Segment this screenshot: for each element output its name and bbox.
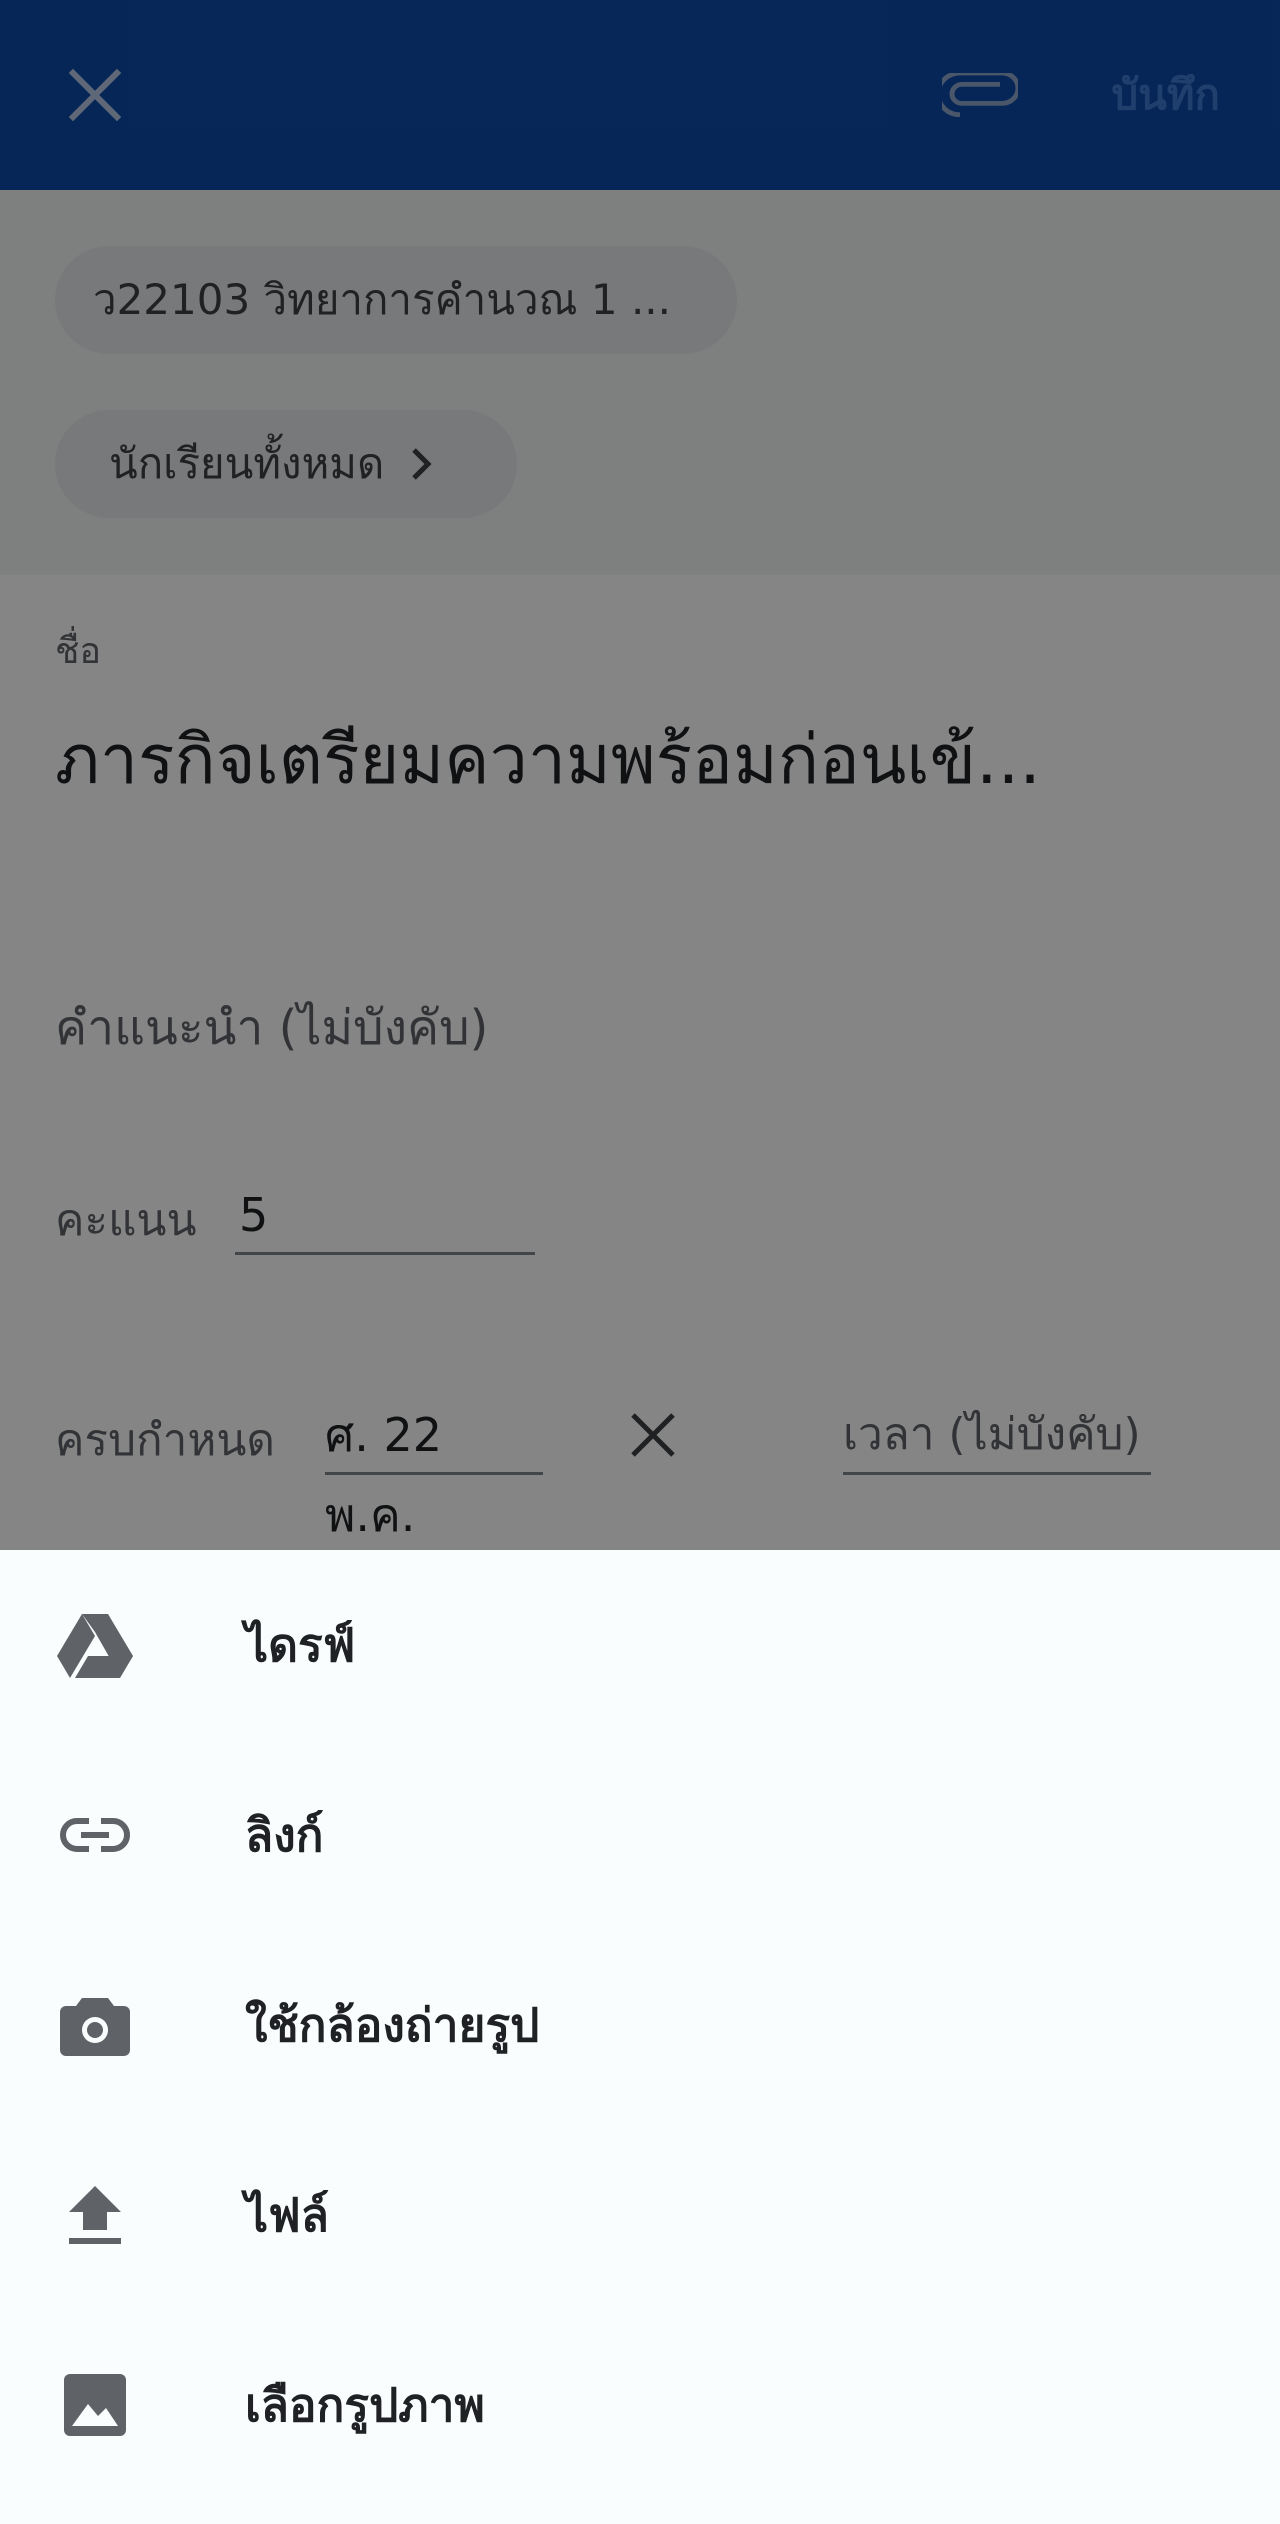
- camera-icon: [55, 1985, 135, 2065]
- upload-icon: [55, 2175, 135, 2255]
- drive-icon: [55, 1605, 135, 1685]
- sheet-item-camera[interactable]: ใช้กล้องถ่ายรูป: [0, 1930, 1280, 2120]
- image-icon: [55, 2365, 135, 2445]
- sheet-item-label: ใช้กล้องถ่ายรูป: [245, 1997, 540, 2052]
- sheet-item-drive[interactable]: ไดรฟ์: [0, 1550, 1280, 1740]
- sheet-item-label: เลือกรูปภาพ: [245, 2377, 485, 2432]
- sheet-item-link[interactable]: ลิงก์: [0, 1740, 1280, 1930]
- sheet-item-image[interactable]: เลือกรูปภาพ: [0, 2310, 1280, 2500]
- sheet-item-file[interactable]: ไฟล์: [0, 2120, 1280, 2310]
- assignment-editor-screen: บันทึก ว22103 วิทยาการคำนวณ 1 ... นักเรี…: [0, 0, 1280, 2524]
- attach-bottom-sheet: ไดรฟ์ ลิงก์ ใช้กล้องถ่ายรูป ไฟล์ เลือกรู…: [0, 1550, 1280, 2524]
- sheet-item-label: ไฟล์: [245, 2187, 329, 2242]
- link-icon: [55, 1795, 135, 1875]
- sheet-item-label: ลิงก์: [245, 1807, 324, 1862]
- modal-scrim[interactable]: [0, 0, 1280, 1550]
- sheet-item-label: ไดรฟ์: [245, 1617, 356, 1672]
